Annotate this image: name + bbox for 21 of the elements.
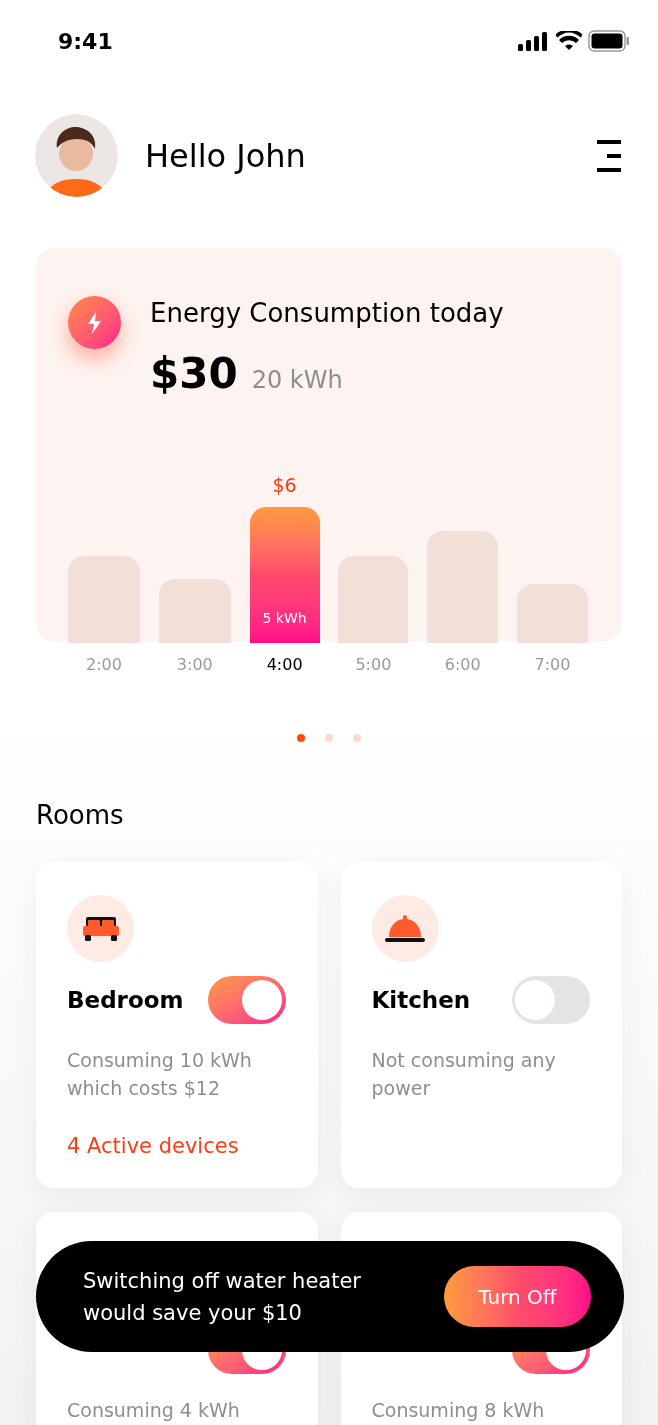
room-description: Consuming 4 kWh — [67, 1398, 241, 1423]
time-label: 4:00 — [266, 654, 303, 676]
total-energy: 20 kWh — [251, 365, 343, 396]
time-label: 3:00 — [176, 654, 213, 676]
time-label: 5:00 — [355, 654, 392, 676]
card-title: Energy Consumption today — [150, 297, 504, 330]
room-description: Consuming 10 kWh which costs $12 — [67, 1048, 253, 1101]
section-title: Rooms — [36, 799, 125, 832]
greeting: Hello John — [145, 135, 306, 177]
bar-energy: 5 kWh — [262, 609, 307, 628]
room-name: Kitchen — [371, 985, 471, 1015]
time-label: 6:00 — [444, 654, 481, 676]
bar-value: $6 — [272, 472, 297, 498]
status-time: 9:41 — [58, 27, 113, 56]
time-label: 2:00 — [86, 654, 122, 676]
active-devices: 4 Active devices — [67, 1133, 240, 1160]
time-label: 7:00 — [534, 654, 571, 676]
total-cost: $30 — [150, 348, 238, 400]
room-name: Bedroom — [67, 985, 184, 1015]
room-description: Consuming 8 kWh — [371, 1398, 546, 1423]
room-description: Not consuming any power — [371, 1048, 557, 1101]
